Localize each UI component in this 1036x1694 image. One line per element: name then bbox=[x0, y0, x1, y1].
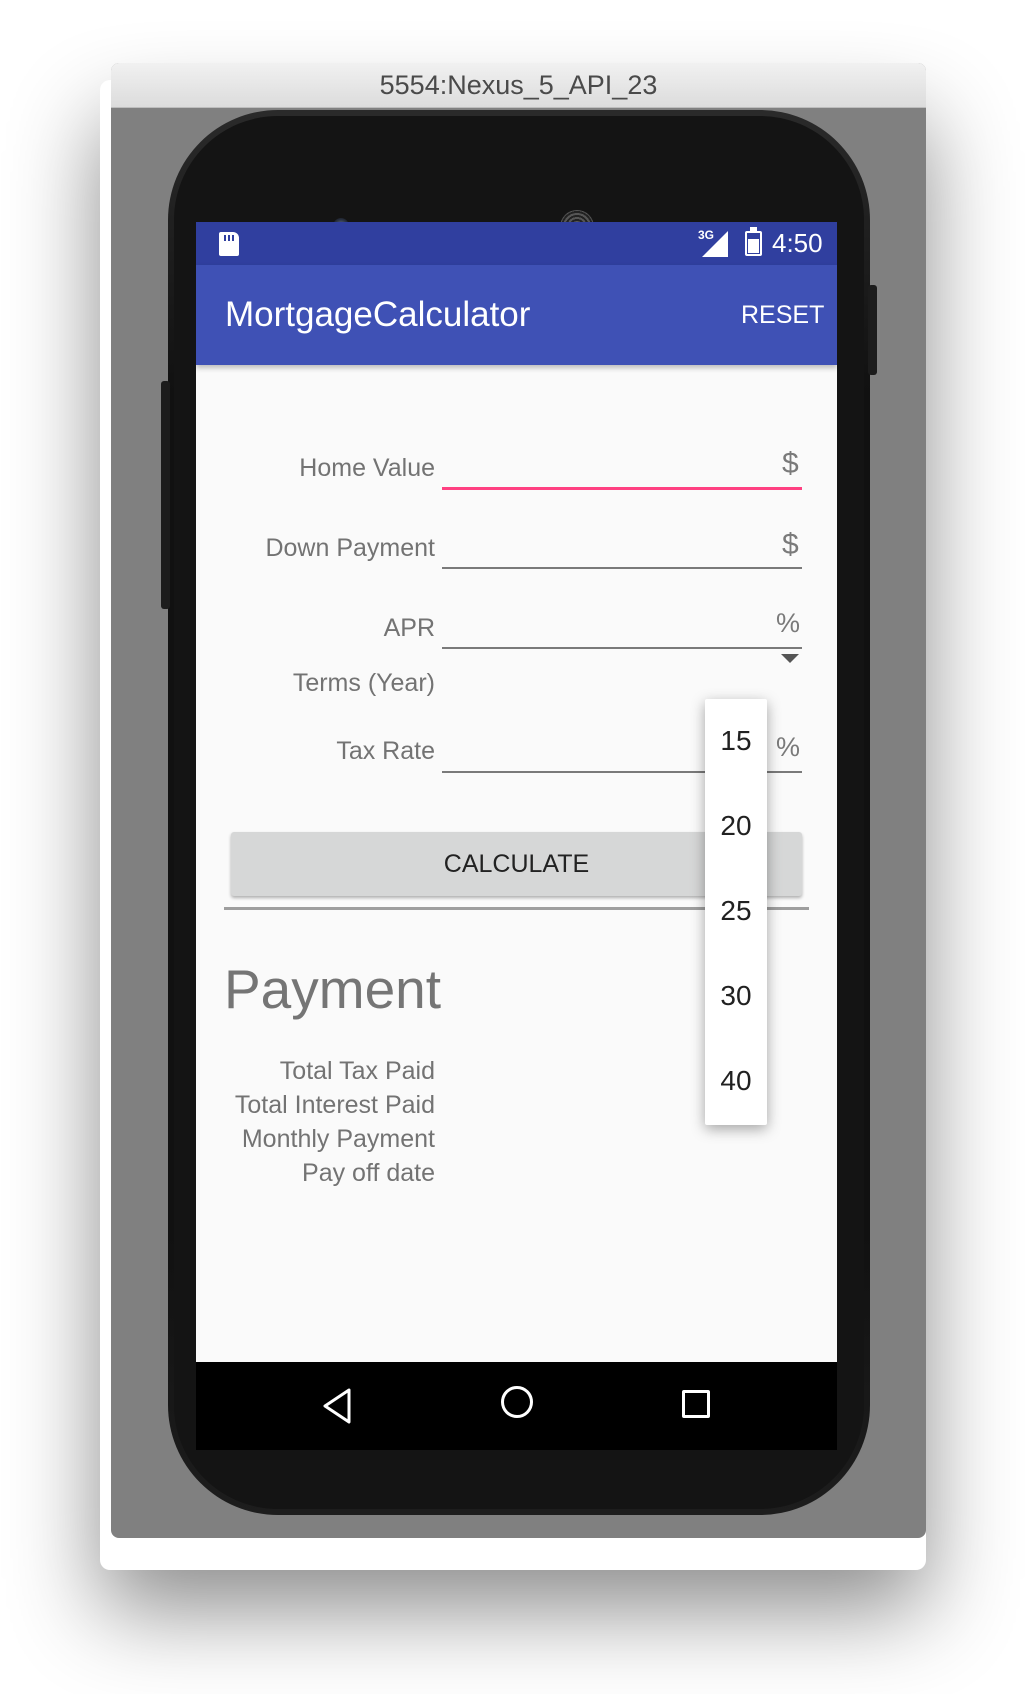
terms-option-15[interactable]: 15 bbox=[705, 725, 767, 757]
window-title: 5554:Nexus_5_API_23 bbox=[111, 63, 926, 108]
terms-option-30[interactable]: 30 bbox=[705, 980, 767, 1012]
terms-spinner[interactable] bbox=[442, 662, 802, 702]
down-payment-currency: $ bbox=[782, 528, 799, 561]
home-value-input[interactable] bbox=[442, 442, 802, 490]
sd-card-icon bbox=[219, 232, 239, 256]
apr-label: APR bbox=[383, 614, 435, 642]
emulator-window: 5554:Nexus_5_API_23 3G 4:50 MortgageCalc… bbox=[111, 63, 926, 1538]
down-payment-underline bbox=[442, 567, 802, 569]
status-bar: 3G 4:50 bbox=[196, 222, 837, 265]
terms-option-25[interactable]: 25 bbox=[705, 895, 767, 927]
apr-underline bbox=[442, 647, 802, 649]
pay-off-date-label: Pay off date bbox=[302, 1159, 435, 1187]
battery-charging-icon bbox=[745, 227, 762, 256]
reset-button[interactable]: RESET bbox=[741, 301, 824, 330]
terms-option-40[interactable]: 40 bbox=[705, 1065, 767, 1097]
home-icon[interactable] bbox=[501, 1386, 533, 1418]
home-value-currency: $ bbox=[782, 447, 799, 480]
app-title: MortgageCalculator bbox=[225, 295, 531, 334]
back-icon[interactable] bbox=[321, 1386, 353, 1426]
home-value-underline bbox=[442, 487, 802, 490]
tax-rate-percent: % bbox=[776, 732, 801, 762]
terms-label: Terms (Year) bbox=[292, 669, 435, 697]
tax-rate-label: Tax Rate bbox=[336, 737, 435, 765]
power-button[interactable] bbox=[868, 285, 877, 375]
monthly-payment-label: Monthly Payment bbox=[241, 1125, 435, 1153]
payment-heading: Payment bbox=[224, 958, 442, 1020]
dropdown-arrow-icon[interactable] bbox=[781, 654, 799, 663]
down-payment-input[interactable] bbox=[442, 522, 802, 570]
down-payment-label: Down Payment bbox=[265, 534, 435, 562]
network-type: 3G bbox=[698, 228, 715, 242]
app-bar: MortgageCalculator RESET bbox=[196, 265, 837, 365]
apr-percent: % bbox=[776, 608, 801, 638]
recent-apps-icon[interactable] bbox=[682, 1390, 710, 1418]
terms-option-20[interactable]: 20 bbox=[705, 810, 767, 842]
device-screen: 3G 4:50 MortgageCalculator RESET Home Va… bbox=[196, 222, 837, 1362]
volume-button[interactable] bbox=[161, 381, 170, 609]
total-interest-paid-label: Total Interest Paid bbox=[234, 1091, 435, 1119]
terms-dropdown-menu: 15 20 25 30 40 bbox=[705, 699, 767, 1125]
total-tax-paid-label: Total Tax Paid bbox=[279, 1057, 435, 1085]
home-value-label: Home Value bbox=[299, 454, 435, 482]
navigation-bar bbox=[196, 1362, 837, 1450]
apr-input[interactable] bbox=[442, 602, 802, 650]
status-clock: 4:50 bbox=[772, 228, 823, 258]
